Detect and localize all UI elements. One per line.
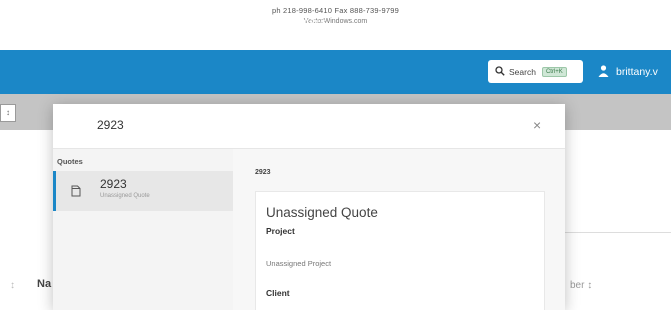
result-preview-panel: 2923 Unassigned Quote Project Unassigned…	[233, 149, 565, 310]
users-icon	[43, 16, 65, 28]
search-query-input[interactable]: 2923	[97, 118, 124, 132]
search-label: Search	[509, 66, 536, 77]
user-menu[interactable]: brittany.v	[598, 50, 658, 94]
search-modal: 2923 × Quotes 2923 Unassigned Quote 2923…	[53, 104, 565, 310]
nav-my-plans[interactable]: My Plans	[173, 0, 234, 44]
column-header-name[interactable]: Na	[37, 278, 51, 290]
user-name: brittany.v	[616, 66, 658, 78]
preview-project-label: Project	[266, 226, 295, 236]
background-divider	[565, 232, 671, 233]
nav-my-plans-label: My Plans	[191, 16, 235, 28]
preview-title: Unassigned Quote	[266, 205, 378, 220]
search-icon	[495, 65, 509, 78]
nav-my-customers[interactable]: My Customers	[43, 0, 133, 44]
preview-card[interactable]: Unassigned Quote Project Unassigned Proj…	[255, 191, 545, 310]
result-title: 2923	[100, 177, 127, 191]
user-icon	[598, 64, 616, 80]
search-shortcut-badge: Ctrl+K	[541, 66, 567, 77]
nav-my-customers-label: My Customers	[65, 16, 133, 28]
results-panel: Quotes 2923 Unassigned Quote	[53, 149, 233, 310]
search-result-item[interactable]: 2923 Unassigned Quote	[53, 171, 233, 211]
preview-project-value: Unassigned Project	[266, 259, 332, 268]
page-size-control[interactable]: ↕	[0, 104, 16, 122]
preview-client-label: Client	[266, 288, 290, 298]
nav-my-views-label: My Views	[0, 16, 45, 28]
close-icon[interactable]: ×	[533, 117, 541, 133]
heart-icon	[249, 16, 266, 28]
nav-my-favorites-label: My Favorites	[266, 16, 327, 28]
column-header-number[interactable]: ber ↕	[570, 280, 592, 291]
results-section-label: Quotes	[57, 157, 83, 166]
global-search-button[interactable]: Search Ctrl+K	[488, 60, 583, 83]
modal-search-bar: 2923 ×	[53, 104, 565, 149]
result-subtitle: Unassigned Quote	[100, 193, 150, 199]
preview-id-label: 2923	[255, 169, 271, 176]
document-icon	[71, 184, 81, 202]
nav-my-favorites[interactable]: My Favorites	[249, 0, 326, 44]
grid-icon	[173, 16, 191, 28]
nav-my-views[interactable]: My Views	[0, 0, 45, 44]
column-sort-toggle[interactable]: ↕	[10, 280, 15, 291]
